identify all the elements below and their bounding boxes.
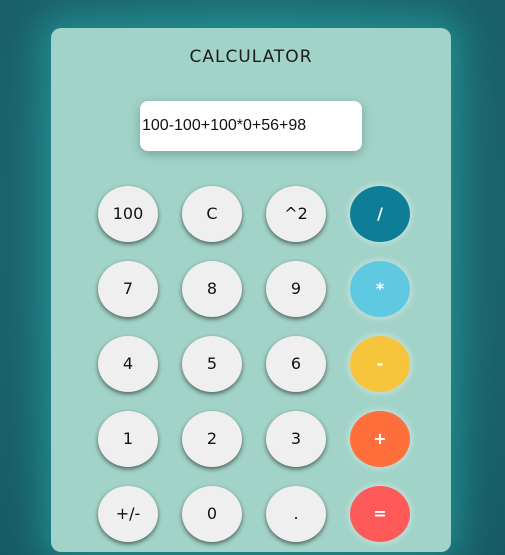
digit-6-button[interactable]: 6 [266,336,326,392]
clear-button[interactable]: C [182,186,242,242]
add-button[interactable]: + [350,411,410,467]
equals-button[interactable]: = [350,486,410,542]
digit-8-button[interactable]: 8 [182,261,242,317]
divide-button[interactable]: / [350,186,410,242]
digit-9-button[interactable]: 9 [266,261,326,317]
calculator-display[interactable]: 100-100+100*0+56+98 [140,101,362,151]
square-button[interactable]: ^2 [266,186,326,242]
calculator-panel: CALCULATOR 100-100+100*0+56+98 100 C ^2 … [51,28,451,552]
multiply-button[interactable]: * [350,261,410,317]
digit-1-button[interactable]: 1 [98,411,158,467]
calculator-title: CALCULATOR [189,47,313,67]
digit-4-button[interactable]: 4 [98,336,158,392]
digit-2-button[interactable]: 2 [182,411,242,467]
key-100-button[interactable]: 100 [98,186,158,242]
digit-3-button[interactable]: 3 [266,411,326,467]
digit-0-button[interactable]: 0 [182,486,242,542]
negate-button[interactable]: +/- [98,486,158,542]
subtract-button[interactable]: - [350,336,410,392]
decimal-button[interactable]: . [266,486,326,542]
digit-5-button[interactable]: 5 [182,336,242,392]
digit-7-button[interactable]: 7 [98,261,158,317]
